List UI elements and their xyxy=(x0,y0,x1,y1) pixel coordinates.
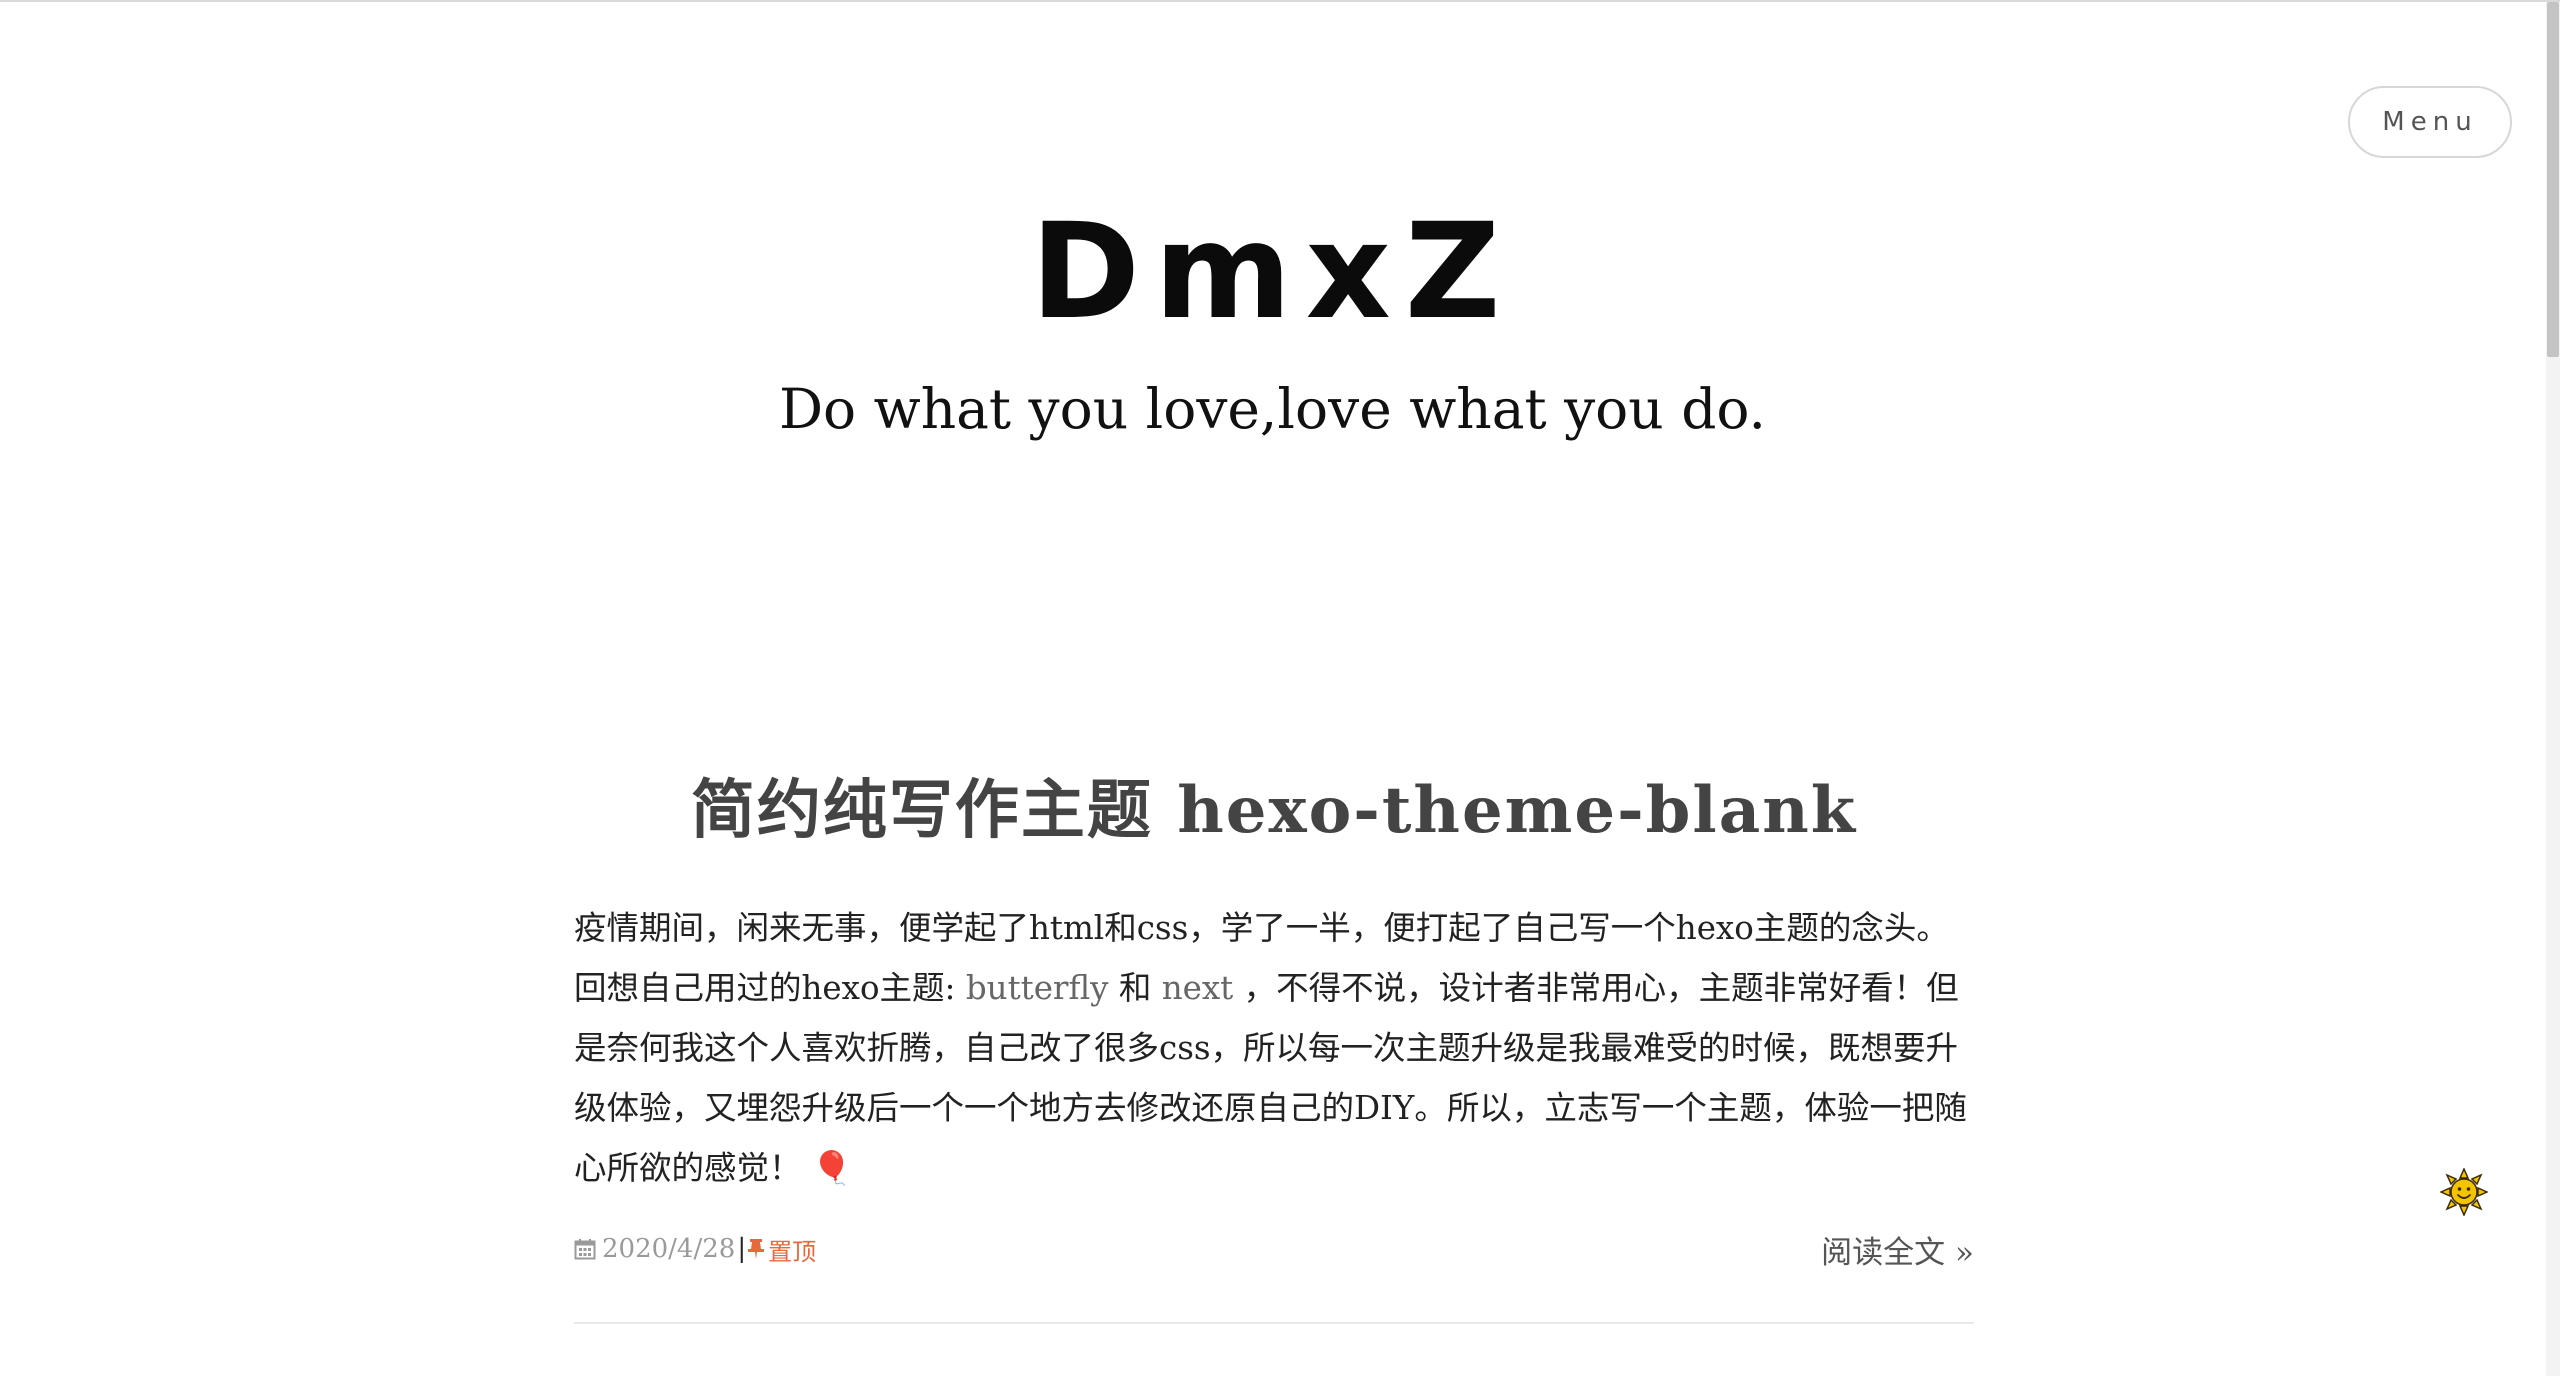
meta-separator: | xyxy=(737,1234,747,1264)
scrollbar-thumb[interactable] xyxy=(2547,2,2559,357)
pushpin-icon xyxy=(748,1239,765,1259)
sun-face-icon[interactable] xyxy=(2440,1168,2488,1216)
next-link[interactable]: next xyxy=(1162,969,1234,1007)
post-meta: 2020/4/28 | 置顶 阅读全文 » xyxy=(574,1224,1974,1274)
menu-button[interactable]: Menu xyxy=(2348,86,2512,158)
read-more-link[interactable]: 阅读全文 » xyxy=(1821,1227,1974,1272)
post-date: 2020/4/28 xyxy=(602,1234,736,1264)
calendar-icon xyxy=(574,1239,596,1260)
butterfly-link[interactable]: butterfly xyxy=(966,969,1109,1007)
post-excerpt: 疫情期间，闲来无事，便学起了html和css，学了一半，便打起了自己写一个hex… xyxy=(574,898,1974,1198)
site-title[interactable]: DmxZ xyxy=(0,194,2545,350)
pinned-label: 置顶 xyxy=(768,1237,817,1266)
page: Menu DmxZ Do what you love,love what you… xyxy=(0,0,2560,1376)
post-meta-left: 2020/4/28 | 置顶 xyxy=(574,1232,816,1267)
excerpt-text-2: 和 xyxy=(1108,969,1162,1007)
post-card: 简约纯写作主题 hexo-theme-blank 疫情期间，闲来无事，便学起了h… xyxy=(574,766,1974,1324)
post-divider xyxy=(574,1322,1974,1324)
scrollbar[interactable] xyxy=(2546,2,2560,1376)
balloon-emoji: 🎈 xyxy=(811,1149,853,1187)
pinned-badge: 置顶 xyxy=(748,1232,816,1267)
site-subtitle: Do what you love,love what you do. xyxy=(778,377,1767,441)
post-title[interactable]: 简约纯写作主题 hexo-theme-blank xyxy=(574,766,1974,856)
